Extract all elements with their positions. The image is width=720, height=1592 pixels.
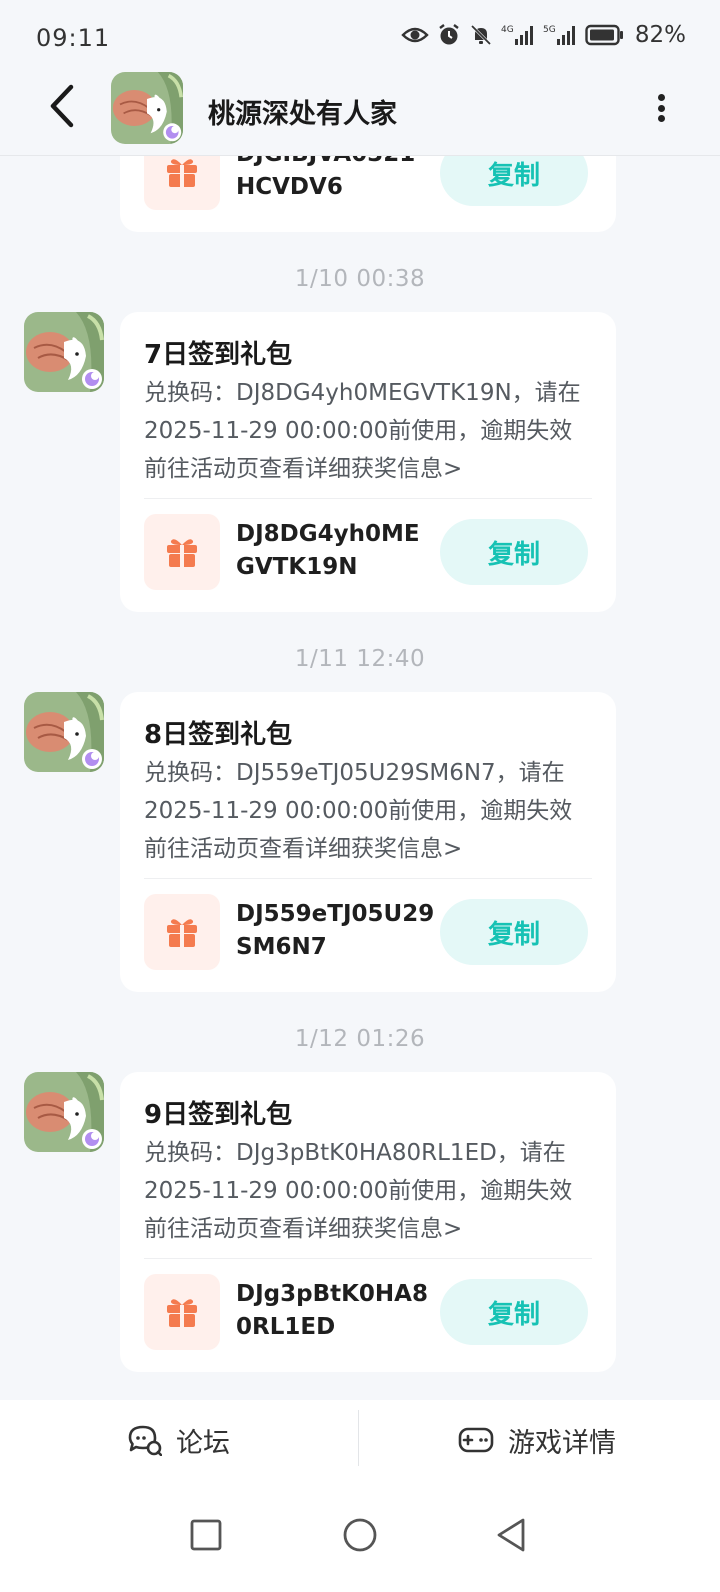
divider xyxy=(144,498,592,499)
circle-icon xyxy=(343,1518,377,1552)
divider xyxy=(358,1410,359,1466)
svg-text:5G: 5G xyxy=(543,25,556,35)
forum-label: 论坛 xyxy=(176,1427,230,1459)
back-nav-button[interactable] xyxy=(486,1510,536,1560)
gift-icon-box xyxy=(144,156,220,210)
copy-button[interactable]: 复制 xyxy=(440,519,588,585)
chevron-left-icon xyxy=(50,84,74,128)
chat-header: 桃源深处有人家 xyxy=(0,64,720,156)
activity-link[interactable]: 前往活动页查看详细获奖信息> xyxy=(144,830,596,868)
redeem-code: DJ8DG4yh0ME GVTK19N xyxy=(236,521,420,580)
status-icons: 4G 5G 82% xyxy=(401,22,686,48)
forum-chat-icon xyxy=(128,1425,162,1456)
divider xyxy=(144,1258,592,1259)
more-vertical-icon xyxy=(657,94,665,101)
message-timestamp: 1/12 01:26 xyxy=(294,1026,426,1052)
gift-icon-box xyxy=(144,514,220,590)
copy-button[interactable]: 复制 xyxy=(440,899,588,965)
square-icon xyxy=(190,1519,222,1551)
redeem-code: DJg3pBtK0HA8 0RL1ED xyxy=(236,1281,428,1340)
sender-avatar[interactable] xyxy=(24,1072,104,1152)
forum-button[interactable]: 论坛 xyxy=(128,1400,230,1480)
bottom-action-bar: 论坛 游戏详情 xyxy=(0,1400,720,1480)
card-title: 8日签到礼包 xyxy=(144,720,293,750)
battery-icon xyxy=(585,24,623,46)
recents-button[interactable] xyxy=(181,1510,231,1560)
game-details-button[interactable]: 游戏详情 xyxy=(458,1400,616,1480)
gift-icon-box xyxy=(144,1274,220,1350)
gift-icon xyxy=(167,539,197,567)
gift-card: 7日签到礼包 兑换码：DJ8DG4yh0MEGVTK19N，请在 2025-11… xyxy=(120,312,616,612)
message-timestamp: 1/10 00:38 xyxy=(294,266,426,292)
svg-text:4G: 4G xyxy=(501,25,514,35)
card-description[interactable]: 兑换码：DJ8DG4yh0MEGVTK19N，请在 2025-11-29 00:… xyxy=(144,374,596,488)
status-time: 09:11 xyxy=(36,24,111,52)
eye-icon xyxy=(401,27,429,43)
copy-button[interactable]: 复制 xyxy=(440,156,588,206)
signal-4g-icon: 4G xyxy=(501,25,533,45)
divider xyxy=(144,878,592,879)
game-details-label: 游戏详情 xyxy=(508,1427,616,1459)
gift-card: 9日签到礼包 兑换码：DJg3pBtK0HA80RL1ED，请在 2025-11… xyxy=(120,1072,616,1372)
redeem-code: DJ559eTJ05U29 SM6N7 xyxy=(236,901,435,960)
gamepad-icon xyxy=(458,1427,494,1453)
activity-link[interactable]: 前往活动页查看详细获奖信息> xyxy=(144,1210,596,1248)
page-title: 桃源深处有人家 xyxy=(208,99,397,130)
card-title: 7日签到礼包 xyxy=(144,340,293,370)
gift-icon xyxy=(167,1299,197,1327)
screen: 09:11 4G 5G 82% 桃源深处有人家 HCVDV6 复制 1/10 0… xyxy=(0,0,720,1592)
back-button[interactable] xyxy=(36,80,88,132)
gift-icon xyxy=(167,159,197,187)
home-button[interactable] xyxy=(335,1510,385,1560)
gift-card: DJGIBJVA0321 HCVDV6 复制 xyxy=(120,156,616,232)
card-description[interactable]: 兑换码：DJ559eTJ05U29SM6N7，请在 2025-11-29 00:… xyxy=(144,754,596,868)
sender-avatar[interactable] xyxy=(24,692,104,772)
message-feed[interactable]: DJGIBJVA0321 HCVDV6 复制 1/10 00:38 xyxy=(0,156,720,1400)
mute-icon xyxy=(470,24,491,46)
battery-percent: 82% xyxy=(634,22,686,48)
signal-5g-icon: 5G xyxy=(543,25,575,45)
triangle-back-icon xyxy=(497,1518,525,1552)
activity-link[interactable]: 前往活动页查看详细获奖信息> xyxy=(144,450,596,488)
gift-icon-box xyxy=(144,894,220,970)
copy-button[interactable]: 复制 xyxy=(440,1279,588,1345)
more-button[interactable] xyxy=(646,84,676,132)
system-nav-bar xyxy=(0,1480,720,1592)
message-timestamp: 1/11 12:40 xyxy=(294,646,426,672)
gift-icon xyxy=(167,919,197,947)
alarm-icon xyxy=(439,24,459,45)
game-avatar[interactable] xyxy=(111,72,183,144)
card-description[interactable]: 兑换码：DJg3pBtK0HA80RL1ED，请在 2025-11-29 00:… xyxy=(144,1134,596,1248)
redeem-code: DJGIBJVA0321 HCVDV6 xyxy=(236,156,415,200)
gift-card: 8日签到礼包 兑换码：DJ559eTJ05U29SM6N7，请在 2025-11… xyxy=(120,692,616,992)
sender-avatar[interactable] xyxy=(24,312,104,392)
card-title: 9日签到礼包 xyxy=(144,1100,293,1130)
